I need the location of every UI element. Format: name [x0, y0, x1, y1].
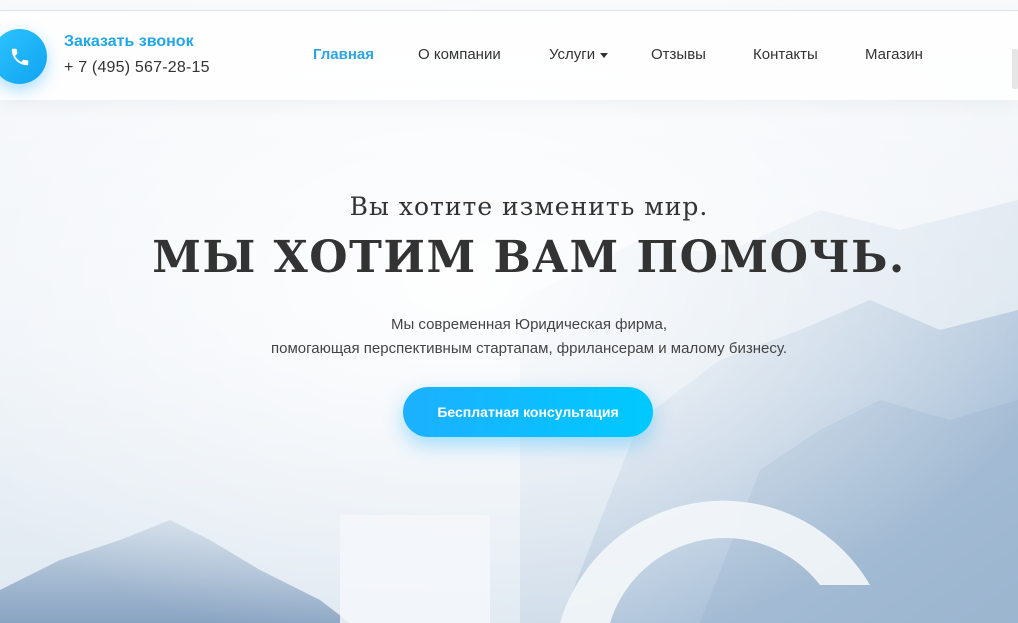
nav-item-label: Контакты — [753, 46, 818, 63]
nav-item-label: Магазин — [865, 46, 923, 63]
hero-title: МЫ ХОТИМ ВАМ ПОМОЧЬ. — [152, 232, 906, 283]
nav-item-label: О компании — [418, 46, 501, 63]
nav-item-shop[interactable]: Магазин — [865, 46, 923, 63]
site-header: Заказать звонок + 7 (495) 567-28-15 Глав… — [0, 11, 1018, 100]
scrollbar[interactable] — [1012, 49, 1018, 89]
nav-item-reviews[interactable]: Отзывы — [651, 46, 706, 63]
nav-item-contacts[interactable]: Контакты — [753, 46, 818, 63]
nav-item-about[interactable]: О компании — [418, 46, 501, 63]
nav-item-home[interactable]: Главная — [313, 46, 374, 63]
nav-item-label: Отзывы — [651, 46, 706, 63]
hero-description-line: помогающая перспективным стартапам, фрил… — [270, 340, 787, 357]
caret-down-icon — [600, 52, 609, 58]
free-consultation-button[interactable]: Бесплатная консультация — [403, 387, 653, 437]
nav-item-services[interactable]: Услуги — [549, 46, 609, 63]
top-divider — [0, 10, 1018, 11]
hero-description: Мы современная Юридическая фирма, помога… — [0, 313, 1018, 361]
hero-description-line: Мы современная Юридическая фирма, — [390, 316, 668, 333]
nav-item-label: Услуги — [549, 46, 596, 63]
main-nav: Главная О компании Услуги Отзывы Контакт… — [0, 46, 1018, 68]
hero-subtitle: Вы хотите изменить мир. — [349, 192, 709, 221]
page: Заказать звонок + 7 (495) 567-28-15 Глав… — [0, 0, 1018, 623]
nav-item-label: Главная — [313, 46, 375, 63]
